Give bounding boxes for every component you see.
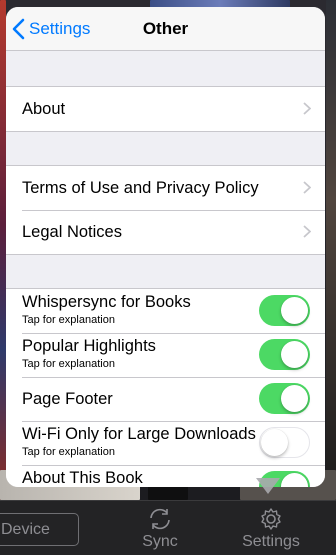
chevron-right-icon	[303, 102, 311, 115]
row-label: Page Footer	[22, 390, 113, 408]
device-button[interactable]: Device	[0, 513, 79, 546]
tab-sync[interactable]: Sync	[131, 507, 189, 551]
row-label: Popular Highlights	[22, 337, 156, 355]
wifi-only-toggle[interactable]	[259, 427, 310, 458]
row-subtitle: Tap for explanation	[22, 314, 115, 326]
row-label: Whispersync for Books	[22, 293, 191, 311]
chevron-right-icon	[303, 225, 311, 238]
row-subtitle: Tap for explanation	[22, 358, 115, 370]
other-settings-popover: Settings Other About Terms of Use and Pr…	[6, 7, 325, 487]
tab-sync-label: Sync	[142, 533, 178, 550]
list-item-wifi-only[interactable]: Wi-Fi Only for Large Downloads Tap for e…	[6, 421, 325, 465]
toggle-knob	[261, 428, 288, 456]
tab-settings-label: Settings	[242, 533, 300, 550]
about-group: About	[6, 86, 325, 132]
navigation-bar: Settings Other	[6, 7, 325, 51]
list-item-whispersync[interactable]: Whispersync for Books Tap for explanatio…	[6, 289, 325, 333]
chevron-down-icon	[256, 478, 280, 494]
whispersync-toggle[interactable]	[259, 295, 310, 326]
popular-highlights-toggle[interactable]	[259, 339, 310, 370]
sync-icon	[150, 508, 170, 530]
list-item-terms[interactable]: Terms of Use and Privacy Policy	[6, 166, 325, 210]
row-label: About	[22, 100, 66, 118]
gear-icon	[261, 508, 281, 530]
list-item-legal-notices[interactable]: Legal Notices	[6, 210, 325, 254]
chevron-right-icon	[303, 181, 311, 194]
toggle-knob	[281, 385, 308, 412]
page-title: Other	[142, 19, 189, 38]
row-label: Terms of Use and Privacy Policy	[22, 179, 259, 197]
toggle-knob	[281, 473, 308, 487]
list-item-about[interactable]: About	[6, 87, 325, 131]
toggle-knob	[281, 341, 308, 368]
row-label: Legal Notices	[22, 223, 122, 241]
bottom-tab-bar: Device Sync Settings	[0, 500, 336, 555]
book-cover	[326, 0, 336, 500]
toggles-group: Whispersync for Books Tap for explanatio…	[6, 288, 325, 487]
row-subtitle: Tap for explanation	[22, 446, 115, 458]
toggle-knob	[281, 297, 308, 324]
row-label: About This Book	[22, 469, 143, 487]
list-item-popular-highlights[interactable]: Popular Highlights Tap for explanation	[6, 333, 325, 377]
page-footer-toggle[interactable]	[259, 383, 310, 414]
list-item-page-footer[interactable]: Page Footer	[6, 377, 325, 421]
row-label: Wi-Fi Only for Large Downloads	[22, 425, 256, 443]
legal-group: Terms of Use and Privacy Policy Legal No…	[6, 165, 325, 255]
tab-settings[interactable]: Settings	[236, 507, 306, 551]
